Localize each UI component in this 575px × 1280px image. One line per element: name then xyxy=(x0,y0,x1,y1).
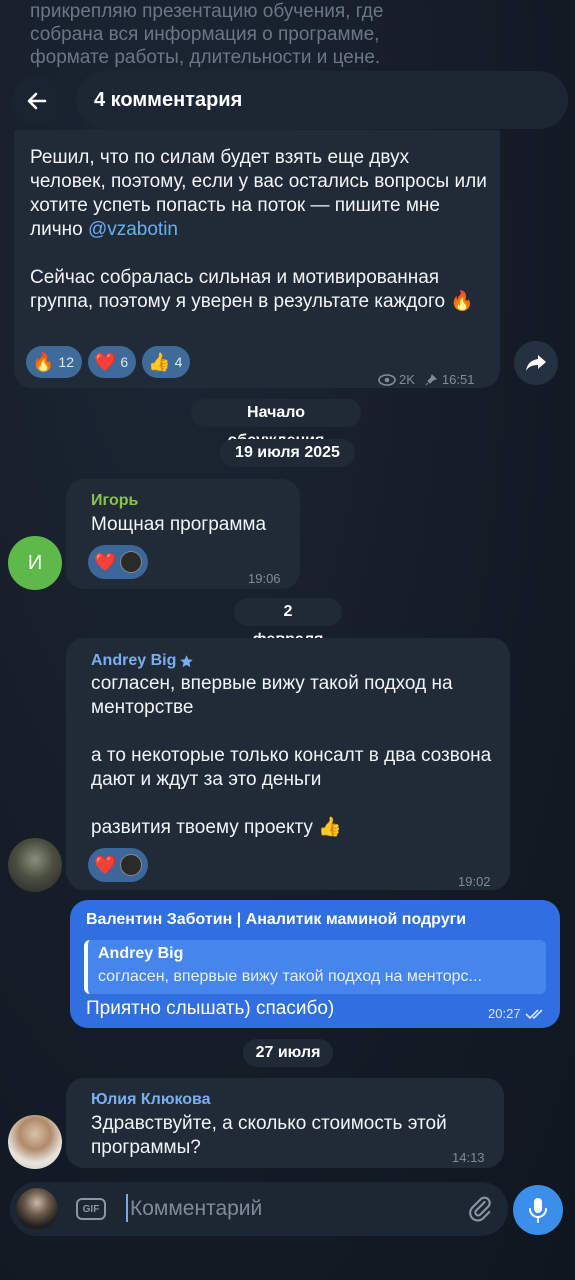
date-separator: 19 июля 2025 xyxy=(220,439,355,467)
author-name[interactable]: Юлия Клюкова xyxy=(91,1088,211,1112)
author-name[interactable]: Andrey Big xyxy=(91,649,176,673)
discussion-start-label: Начало обсуждения xyxy=(191,399,361,449)
reactions-row: 🔥 12 ❤️ 6 👍 4 xyxy=(26,346,191,378)
post-text: Решил, что по силам будет взять еще двух… xyxy=(30,146,490,314)
comment-input-bar: GIF Комментарий xyxy=(10,1182,508,1236)
avatar-andrey[interactable] xyxy=(8,838,62,892)
author-name[interactable]: Игорь xyxy=(91,489,138,513)
date-separator: 2 февраля xyxy=(234,598,342,648)
quote-text: согласен, впервые вижу такой подход на м… xyxy=(98,968,482,985)
comment-igor: Игорь Мощная программа ❤️ 19:06 xyxy=(66,479,300,589)
fire-emoji: 🔥 xyxy=(450,291,474,312)
heart-icon: ❤️ xyxy=(94,352,117,372)
star-icon xyxy=(180,654,194,667)
reaction-heart[interactable]: ❤️ 6 xyxy=(88,346,137,378)
heart-icon: ❤️ xyxy=(94,855,117,875)
date-separator: 27 июля xyxy=(243,1039,333,1067)
thumbs-up-emoji: 👍 xyxy=(318,817,342,838)
comments-header: 4 комментария xyxy=(76,71,568,129)
fade-line: собрана вся информация о программе, xyxy=(30,24,380,45)
fade-line: прикрепляю презентацию обучения, где xyxy=(30,1,384,22)
thumbs-up-icon: 👍 xyxy=(148,352,171,372)
reactor-avatar xyxy=(120,854,143,876)
microphone-icon xyxy=(529,1198,547,1223)
avatar-igor[interactable]: И xyxy=(8,536,62,590)
comment-time: 19:02 xyxy=(458,874,491,889)
double-check-icon xyxy=(524,1008,543,1019)
comment-input[interactable]: Комментарий xyxy=(130,1197,262,1221)
views-count: 2K xyxy=(399,372,415,387)
reply-time: 20:27 xyxy=(488,1006,521,1021)
comment-andrey: Andrey Big согласен, впервые вижу такой … xyxy=(66,638,510,890)
reaction-count: 4 xyxy=(174,354,183,370)
comment-text: Здравствуйте, а сколько стоимость этой п… xyxy=(91,1113,447,1158)
gif-icon[interactable]: GIF xyxy=(76,1198,106,1220)
reaction-heart[interactable]: ❤️ xyxy=(88,545,149,579)
fire-icon: 🔥 xyxy=(32,352,55,372)
comment-time: 19:06 xyxy=(248,571,281,586)
paperclip-icon[interactable] xyxy=(466,1195,494,1223)
channel-post: Решил, что по силам будет взять еще двух… xyxy=(14,130,500,388)
pin-icon xyxy=(425,374,437,386)
reactor-avatar xyxy=(120,551,143,573)
heart-icon: ❤️ xyxy=(94,552,117,572)
avatar-letter: И xyxy=(27,551,43,574)
arrow-left-icon xyxy=(27,92,47,110)
page-title: 4 комментария xyxy=(94,88,243,111)
post-time: 16:51 xyxy=(441,372,475,387)
quoted-message[interactable]: Andrey Big согласен, впервые вижу такой … xyxy=(84,940,546,994)
author-name[interactable]: Валентин Заботин | Аналитик маминой подр… xyxy=(86,911,466,929)
reaction-fire[interactable]: 🔥 12 xyxy=(26,346,82,378)
eye-icon xyxy=(378,374,396,386)
author-mention-link[interactable]: @vzabotin xyxy=(88,219,178,240)
back-button[interactable] xyxy=(12,76,62,126)
post-paragraph-2: Сейчас собралась сильная и мотивированна… xyxy=(30,267,446,312)
reply-meta: 20:27 xyxy=(488,1006,547,1021)
comment-time: 14:13 xyxy=(452,1150,485,1165)
sender-avatar[interactable] xyxy=(16,1188,58,1230)
quote-author: Andrey Big xyxy=(98,945,184,962)
comment-paragraph: развития твоему проекту xyxy=(91,817,313,838)
reaction-count: 6 xyxy=(120,354,129,370)
comment-text: согласен, впервые вижу такой подход на м… xyxy=(91,672,501,840)
microphone-button[interactable] xyxy=(513,1185,563,1235)
fade-line: формате работы, длительности и цене. xyxy=(30,47,381,68)
comment-text: Мощная программа xyxy=(91,514,267,535)
reaction-thumbs-up[interactable]: 👍 4 xyxy=(142,346,191,378)
previous-message-fade: прикрепляю презентацию обучения, где соб… xyxy=(30,0,450,69)
share-button[interactable] xyxy=(514,341,558,385)
share-arrow-icon xyxy=(526,355,546,371)
post-meta: 2K 16:51 xyxy=(378,368,474,392)
reply-text: Приятно слышать) спасибо) xyxy=(86,998,335,1019)
comment-yulia: Юлия Клюкова Здравствуйте, а сколько сто… xyxy=(66,1078,504,1168)
gif-label: GIF xyxy=(82,1203,100,1215)
outgoing-reply: Валентин Заботин | Аналитик маминой подр… xyxy=(70,900,560,1028)
avatar-yulia[interactable] xyxy=(8,1115,62,1169)
reaction-count: 12 xyxy=(58,354,74,370)
author-name-row: Andrey Big xyxy=(91,649,194,673)
comment-paragraph: а то некоторые только консалт в два созв… xyxy=(91,745,492,790)
comment-paragraph: согласен, впервые вижу такой подход на м… xyxy=(91,673,453,718)
reaction-heart[interactable]: ❤️ xyxy=(88,848,149,882)
